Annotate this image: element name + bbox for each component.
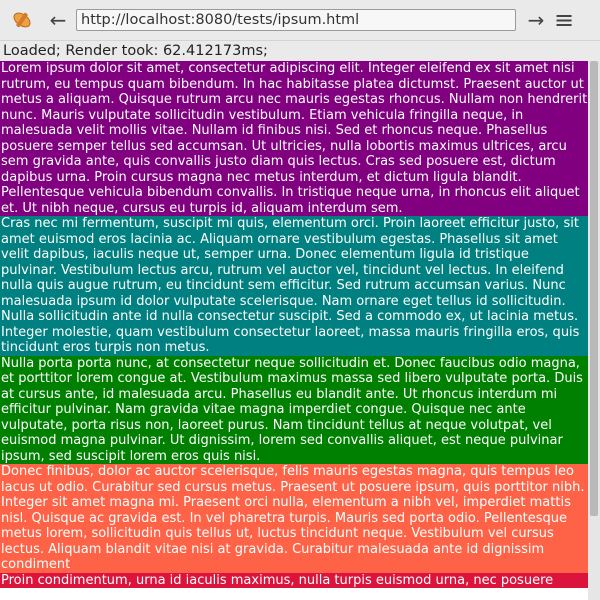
status-text: Loaded; Render took: 62.412173ms; [3, 43, 268, 59]
paragraph-4: Donec finibus, dolor ac auctor scelerisq… [0, 464, 588, 573]
paragraph-3: Nulla porta porta nunc, at consectetur n… [0, 355, 588, 464]
paragraph-5: Proin condimentum, urna id iaculis maxim… [0, 572, 588, 588]
paintbrush-logo-icon [0, 0, 44, 40]
vertical-scrollbar[interactable] [588, 61, 600, 600]
arrow-left-icon[interactable]: ← [44, 6, 72, 34]
scrollbar-thumb[interactable] [590, 61, 598, 516]
hamburger-menu-icon[interactable]: ≡ [550, 6, 578, 34]
paragraph-1: Lorem ipsum dolor sit amet, consectetur … [0, 61, 588, 216]
arrow-right-icon[interactable]: → [522, 6, 550, 34]
page-content: Lorem ipsum dolor sit amet, consectetur … [0, 61, 588, 600]
status-bar: Loaded; Render took: 62.412173ms; [0, 40, 600, 61]
browser-toolbar: ← → ≡ [0, 0, 600, 40]
url-input[interactable] [76, 9, 516, 31]
paragraph-2: Cras nec mi fermentum, suscipit mi quis,… [0, 216, 588, 356]
